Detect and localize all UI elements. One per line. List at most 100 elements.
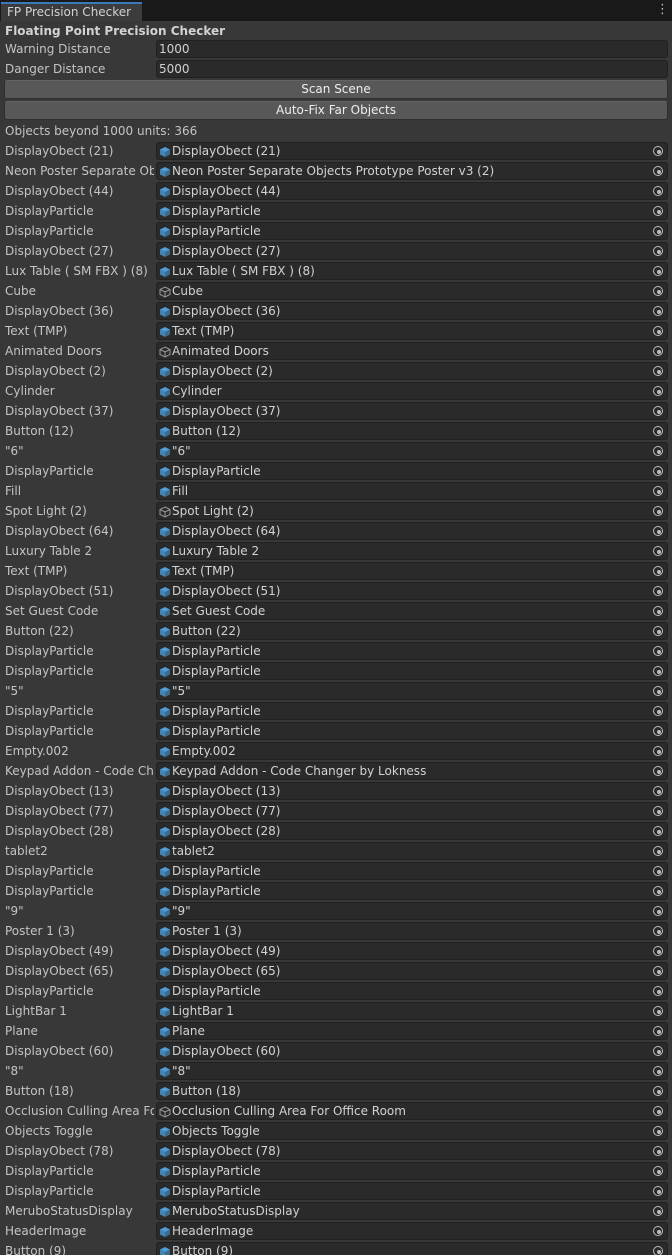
object-field[interactable]: DisplayObect (36) xyxy=(156,302,649,320)
object-picker-button[interactable] xyxy=(649,342,668,360)
object-picker-button[interactable] xyxy=(649,762,668,780)
object-field[interactable]: LightBar 1 xyxy=(156,1002,649,1020)
object-field[interactable]: Animated Doors xyxy=(156,342,649,360)
object-field[interactable]: DisplayParticle xyxy=(156,642,649,660)
object-picker-button[interactable] xyxy=(649,942,668,960)
object-picker-button[interactable] xyxy=(649,1062,668,1080)
object-field[interactable]: Button (9) xyxy=(156,1242,649,1255)
object-picker-button[interactable] xyxy=(649,1042,668,1060)
object-picker-button[interactable] xyxy=(649,522,668,540)
object-picker-button[interactable] xyxy=(649,922,668,940)
object-picker-button[interactable] xyxy=(649,482,668,500)
object-field[interactable]: Cube xyxy=(156,282,649,300)
object-picker-button[interactable] xyxy=(649,802,668,820)
object-picker-button[interactable] xyxy=(649,322,668,340)
object-picker-button[interactable] xyxy=(649,222,668,240)
object-picker-button[interactable] xyxy=(649,182,668,200)
object-picker-button[interactable] xyxy=(649,642,668,660)
object-picker-button[interactable] xyxy=(649,562,668,580)
auto-fix-button[interactable]: Auto-Fix Far Objects xyxy=(4,101,668,120)
object-field[interactable]: Lux Table ( SM FBX ) (8) xyxy=(156,262,649,280)
object-picker-button[interactable] xyxy=(649,882,668,900)
object-field[interactable]: DisplayObect (77) xyxy=(156,802,649,820)
object-picker-button[interactable] xyxy=(649,702,668,720)
object-field[interactable]: Button (12) xyxy=(156,422,649,440)
object-field[interactable]: "8" xyxy=(156,1062,649,1080)
object-field[interactable]: Set Guest Code xyxy=(156,602,649,620)
object-picker-button[interactable] xyxy=(649,862,668,880)
object-field[interactable]: DisplayObect (51) xyxy=(156,582,649,600)
object-picker-button[interactable] xyxy=(649,1022,668,1040)
object-field[interactable]: DisplayObect (65) xyxy=(156,962,649,980)
object-field[interactable]: Keypad Addon - Code Changer by Lokness xyxy=(156,762,649,780)
object-field[interactable]: Text (TMP) xyxy=(156,322,649,340)
object-field[interactable]: DisplayObect (78) xyxy=(156,1142,649,1160)
object-field[interactable]: Plane xyxy=(156,1022,649,1040)
object-field[interactable]: "9" xyxy=(156,902,649,920)
object-picker-button[interactable] xyxy=(649,242,668,260)
object-field[interactable]: tablet2 xyxy=(156,842,649,860)
object-picker-button[interactable] xyxy=(649,402,668,420)
object-field[interactable]: Button (18) xyxy=(156,1082,649,1100)
object-picker-button[interactable] xyxy=(649,1142,668,1160)
object-picker-button[interactable] xyxy=(649,202,668,220)
object-picker-button[interactable] xyxy=(649,842,668,860)
object-field[interactable]: Neon Poster Separate Objects Prototype P… xyxy=(156,162,649,180)
object-field[interactable]: DisplayObect (60) xyxy=(156,1042,649,1060)
object-picker-button[interactable] xyxy=(649,742,668,760)
object-field[interactable]: "6" xyxy=(156,442,649,460)
object-picker-button[interactable] xyxy=(649,722,668,740)
object-field[interactable]: Button (22) xyxy=(156,622,649,640)
object-field[interactable]: Luxury Table 2 xyxy=(156,542,649,560)
object-field[interactable]: Occlusion Culling Area For Office Room xyxy=(156,1102,649,1120)
object-field[interactable]: Poster 1 (3) xyxy=(156,922,649,940)
object-field[interactable]: "5" xyxy=(156,682,649,700)
object-field[interactable]: DisplayParticle xyxy=(156,722,649,740)
object-field[interactable]: DisplayObect (49) xyxy=(156,942,649,960)
kebab-menu-icon[interactable]: ⋮ xyxy=(656,2,669,18)
tab-fp-precision-checker[interactable]: FP Precision Checker xyxy=(1,2,142,21)
object-field[interactable]: Cylinder xyxy=(156,382,649,400)
object-field[interactable]: DisplayObect (44) xyxy=(156,182,649,200)
object-picker-button[interactable] xyxy=(649,542,668,560)
object-picker-button[interactable] xyxy=(649,382,668,400)
object-field[interactable]: DisplayParticle xyxy=(156,862,649,880)
object-field[interactable]: HeaderImage xyxy=(156,1222,649,1240)
object-field[interactable]: Text (TMP) xyxy=(156,562,649,580)
object-field[interactable]: DisplayParticle xyxy=(156,462,649,480)
warning-distance-field[interactable]: 1000 xyxy=(156,40,668,58)
object-picker-button[interactable] xyxy=(649,982,668,1000)
object-picker-button[interactable] xyxy=(649,302,668,320)
object-picker-button[interactable] xyxy=(649,422,668,440)
object-picker-button[interactable] xyxy=(649,1162,668,1180)
scan-scene-button[interactable]: Scan Scene xyxy=(4,80,668,99)
object-picker-button[interactable] xyxy=(649,1082,668,1100)
object-picker-button[interactable] xyxy=(649,1222,668,1240)
object-field[interactable]: DisplayObect (64) xyxy=(156,522,649,540)
object-picker-button[interactable] xyxy=(649,1002,668,1020)
object-picker-button[interactable] xyxy=(649,502,668,520)
object-field[interactable]: Fill xyxy=(156,482,649,500)
object-field[interactable]: Spot Light (2) xyxy=(156,502,649,520)
object-picker-button[interactable] xyxy=(649,142,668,160)
object-picker-button[interactable] xyxy=(649,442,668,460)
object-field[interactable]: DisplayObect (28) xyxy=(156,822,649,840)
object-picker-button[interactable] xyxy=(649,682,668,700)
object-field[interactable]: DisplayObect (37) xyxy=(156,402,649,420)
object-field[interactable]: DisplayParticle xyxy=(156,982,649,1000)
object-field[interactable]: Empty.002 xyxy=(156,742,649,760)
object-picker-button[interactable] xyxy=(649,782,668,800)
object-field[interactable]: DisplayParticle xyxy=(156,662,649,680)
object-picker-button[interactable] xyxy=(649,462,668,480)
object-picker-button[interactable] xyxy=(649,162,668,180)
object-field[interactable]: Objects Toggle xyxy=(156,1122,649,1140)
danger-distance-field[interactable]: 5000 xyxy=(156,60,668,78)
object-picker-button[interactable] xyxy=(649,902,668,920)
object-picker-button[interactable] xyxy=(649,822,668,840)
object-field[interactable]: DisplayObect (2) xyxy=(156,362,649,380)
object-field[interactable]: DisplayParticle xyxy=(156,882,649,900)
object-field[interactable]: DisplayParticle xyxy=(156,202,649,220)
object-picker-button[interactable] xyxy=(649,262,668,280)
object-field[interactable]: DisplayObect (21) xyxy=(156,142,649,160)
object-field[interactable]: DisplayObect (13) xyxy=(156,782,649,800)
